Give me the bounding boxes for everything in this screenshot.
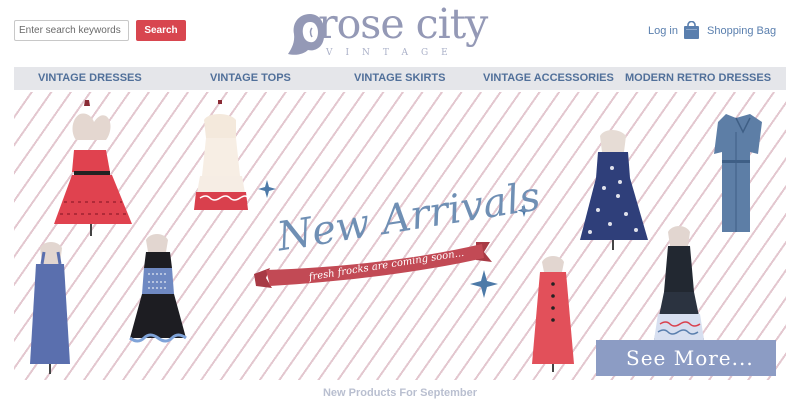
dress-chambray-shirtdress-image	[714, 114, 762, 232]
search-input[interactable]	[14, 20, 129, 41]
dress-coral-shift-image	[532, 256, 574, 372]
main-nav: VINTAGE DRESSES VINTAGE TOPS VINTAGE SKI…	[14, 67, 786, 90]
dress-navy-floral-image	[580, 130, 648, 250]
see-more-button[interactable]: See More...	[596, 340, 776, 376]
search-button[interactable]: Search	[136, 20, 186, 41]
nav-item-vintage-dresses[interactable]: VINTAGE DRESSES	[38, 72, 142, 84]
logo-wordmark: rose city	[318, 0, 488, 48]
nav-item-vintage-tops[interactable]: VINTAGE TOPS	[210, 72, 291, 84]
see-more-label: See More...	[626, 346, 754, 370]
dress-white-red-hem-image	[194, 100, 249, 210]
page: Search rose city VINTAGE Log in Shopping…	[0, 0, 800, 400]
nav-item-modern-retro-dresses[interactable]: MODERN RETRO DRESSES	[625, 72, 771, 84]
nav-item-vintage-accessories[interactable]: VINTAGE ACCESSORIES	[483, 72, 614, 84]
logo-subtitle: VINTAGE	[326, 48, 461, 58]
site-logo[interactable]: rose city VINTAGE	[282, 0, 522, 68]
dress-periwinkle-shift-image	[30, 242, 70, 374]
nav-item-vintage-skirts[interactable]: VINTAGE SKIRTS	[354, 72, 445, 84]
dress-red-strapless-image	[54, 100, 132, 236]
section-title: New Products For September	[322, 387, 478, 399]
shopping-bag-link[interactable]: Shopping Bag	[707, 25, 776, 37]
shopping-bag-icon[interactable]	[683, 21, 700, 40]
dress-black-print-image	[654, 226, 704, 340]
dress-black-corset-image	[129, 234, 187, 343]
login-link[interactable]: Log in	[648, 25, 678, 37]
new-arrivals-banner[interactable]: New Arrivals fresh frocks are coming soo…	[14, 92, 786, 380]
